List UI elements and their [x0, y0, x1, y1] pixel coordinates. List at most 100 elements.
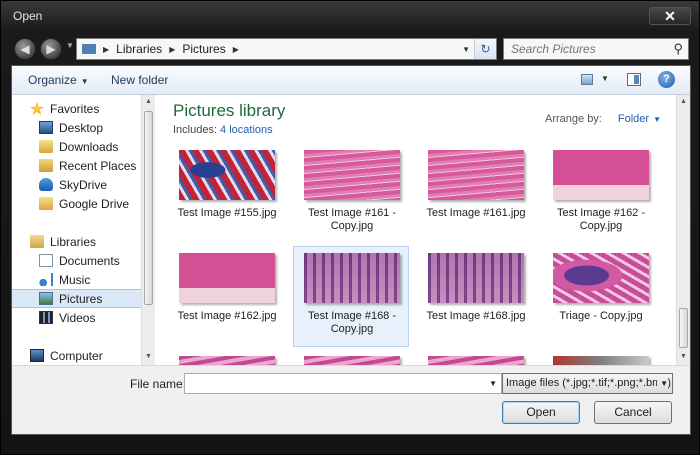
chevron-down-icon[interactable]: ▼ — [657, 374, 668, 393]
breadcrumb-arrow-icon[interactable]: ▶ — [169, 45, 175, 54]
back-button[interactable]: ◀ — [14, 38, 36, 60]
preview-pane-icon[interactable] — [627, 73, 641, 86]
file-tile[interactable]: Test Image #168 - Copy.jpg — [293, 246, 409, 347]
nav-item-label: Downloads — [59, 139, 119, 154]
nav-item-label: Recent Places — [59, 158, 137, 173]
breadcrumb-pictures[interactable]: Pictures — [182, 42, 225, 56]
scroll-down-icon[interactable]: ▼ — [145, 353, 152, 360]
file-tile[interactable]: Test Image #161.jpg — [417, 143, 533, 244]
nav-item-videos[interactable]: Videos — [12, 308, 142, 327]
dialog-window: Open ✕ ◀ ▶ ▼ ▶ Libraries ▶ Pictures ▶ ▼ … — [0, 0, 700, 455]
scroll-down-icon[interactable]: ▼ — [680, 353, 687, 360]
help-icon[interactable]: ? — [658, 71, 675, 88]
computer-icon — [30, 349, 44, 362]
nav-item-skydrive[interactable]: SkyDrive — [12, 175, 142, 194]
music-icon — [39, 273, 53, 286]
organize-button[interactable]: Organize ▼ — [28, 73, 89, 87]
file-tile[interactable]: Test Image #161 - Copy.jpg — [293, 143, 409, 244]
navigation-pane: Favorites Desktop Downloads Recent Places Sk… — [12, 95, 154, 365]
arrange-label: Arrange by: — [545, 113, 602, 125]
window-title: Open — [13, 9, 43, 23]
nav-item-recent-places[interactable]: Recent Places — [12, 156, 142, 175]
file-type-value: Image files (*.jpg;*.tif;*.png;*.bmp) — [506, 377, 672, 389]
refresh-icon[interactable]: ↻ — [474, 39, 496, 59]
file-list-scrollbar[interactable]: ▲ ▼ — [676, 95, 690, 365]
nav-item-label: Libraries — [50, 234, 97, 249]
arrange-by: Arrange by: Folder ▼ — [545, 113, 661, 125]
scrollbar-thumb[interactable] — [679, 308, 688, 348]
search-input[interactable] — [504, 42, 664, 56]
breadcrumb-arrow-icon[interactable]: ▶ — [233, 45, 239, 54]
close-button[interactable]: ✕ — [649, 7, 691, 25]
cloud-icon — [39, 178, 53, 191]
file-tile[interactable]: Test Image #168.jpg — [417, 246, 533, 347]
view-options-dropdown-icon[interactable]: ▼ — [601, 74, 609, 83]
arrange-by-dropdown[interactable]: Folder — [618, 113, 649, 125]
file-thumbnail — [304, 356, 400, 365]
address-bar[interactable]: ▶ Libraries ▶ Pictures ▶ ▼ ↻ — [76, 38, 497, 60]
open-button[interactable]: Open — [502, 401, 580, 424]
address-history-dropdown-icon[interactable]: ▼ — [462, 45, 474, 54]
file-tile[interactable]: Test Image #162.jpg — [168, 246, 284, 347]
breadcrumb-arrow-icon[interactable]: ▶ — [103, 45, 109, 54]
nav-item-label: Computer — [50, 348, 103, 363]
nav-item-label: Pictures — [59, 291, 103, 306]
nav-item-favorites[interactable]: Favorites — [12, 99, 142, 118]
chevron-down-icon[interactable]: ▼ — [489, 379, 497, 388]
nav-item-downloads[interactable]: Downloads — [12, 137, 142, 156]
file-name: Test Image #161 - Copy.jpg — [307, 207, 397, 232]
folder-icon — [39, 197, 53, 210]
nav-item-libraries[interactable]: Libraries — [12, 232, 142, 251]
scroll-up-icon[interactable]: ▲ — [680, 98, 687, 105]
recent-places-icon — [39, 159, 53, 172]
file-tile[interactable] — [417, 349, 533, 365]
file-name: Test Image #168.jpg — [426, 310, 526, 322]
nav-item-computer[interactable]: Computer — [12, 346, 142, 365]
locations-link[interactable]: 4 locations — [220, 124, 273, 136]
nav-item-label: Desktop — [59, 120, 104, 135]
nav-item-desktop[interactable]: Desktop — [12, 118, 142, 137]
search-box[interactable]: ⚲ — [503, 38, 689, 60]
nav-item-label: SkyDrive — [59, 177, 108, 192]
recent-pages-dropdown-icon[interactable]: ▼ — [66, 41, 74, 50]
file-tile[interactable]: Triage - Copy.jpg — [542, 246, 658, 347]
scroll-up-icon[interactable]: ▲ — [145, 98, 152, 105]
libraries-icon — [30, 235, 44, 248]
nav-item-music[interactable]: Music — [12, 270, 142, 289]
file-thumbnail — [553, 253, 649, 303]
file-thumbnail — [179, 150, 275, 200]
dialog-footer: File name: ▼ Image files (*.jpg;*.tif;*.… — [12, 365, 690, 434]
nav-item-label: Google Drive — [59, 196, 130, 211]
new-folder-button[interactable]: New folder — [111, 73, 168, 87]
file-tile[interactable]: Test Image #162 - Copy.jpg — [542, 143, 658, 244]
file-tile[interactable] — [293, 349, 409, 365]
breadcrumb-libraries[interactable]: Libraries — [116, 42, 162, 56]
forward-button[interactable]: ▶ — [40, 38, 62, 60]
nav-item-label: Favorites — [50, 101, 100, 116]
file-thumbnail — [553, 150, 649, 200]
nav-item-google-drive[interactable]: Google Drive — [12, 194, 142, 213]
file-list-area: Pictures library Includes: 4 locations Ar… — [155, 95, 676, 365]
chevron-down-icon[interactable]: ▼ — [653, 115, 661, 124]
library-includes: Includes: 4 locations — [173, 124, 273, 136]
navigation-scrollbar[interactable]: ▲ ▼ — [141, 95, 155, 365]
file-thumbnail — [304, 150, 400, 200]
file-tile[interactable]: Test Image #155.jpg — [168, 143, 284, 244]
scrollbar-thumb[interactable] — [144, 111, 153, 305]
file-name-input[interactable] — [185, 374, 485, 393]
file-name: Test Image #162 - Copy.jpg — [556, 207, 646, 232]
nav-item-pictures[interactable]: Pictures — [12, 289, 142, 308]
change-view-icon[interactable] — [581, 74, 593, 85]
file-tile[interactable] — [168, 349, 284, 365]
libraries-folder-icon — [82, 44, 96, 54]
search-icon[interactable]: ⚲ — [673, 41, 688, 57]
includes-label: Includes: — [173, 124, 218, 136]
nav-item-documents[interactable]: Documents — [12, 251, 142, 270]
cancel-button[interactable]: Cancel — [594, 401, 672, 424]
file-tile[interactable] — [542, 349, 658, 365]
file-name: Test Image #155.jpg — [177, 207, 277, 219]
star-icon — [30, 102, 44, 115]
documents-icon — [39, 254, 53, 267]
file-type-select[interactable]: Image files (*.jpg;*.tif;*.png;*.bmp) ▼ — [502, 373, 673, 394]
file-name-combobox[interactable]: ▼ — [184, 373, 502, 394]
